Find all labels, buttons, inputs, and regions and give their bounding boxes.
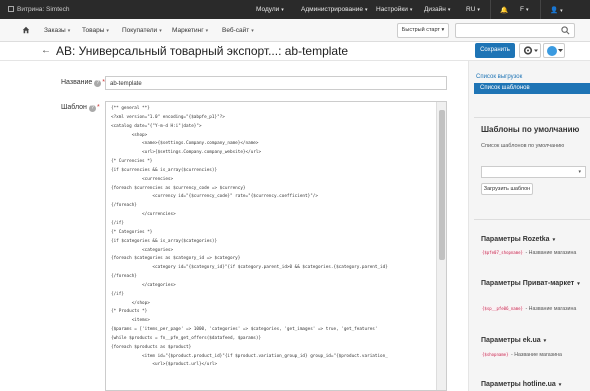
- vertical-scrollbar[interactable]: [436, 102, 446, 390]
- home-icon[interactable]: [22, 26, 30, 34]
- default-templates-sub: Список шаблонов по умолчанию: [481, 143, 565, 149]
- code-line: <currency id="{$currency_code}" rate="{$…: [111, 194, 318, 200]
- code-line: </shop>: [111, 300, 150, 306]
- param-privat-row: {$sp__pfe06_name} - Название магазина: [481, 306, 577, 312]
- storefront-link[interactable]: Витрина: Simtech: [8, 6, 70, 13]
- template-code: {** general **} <?xml version="1.0" encod…: [111, 105, 431, 370]
- topnav-design[interactable]: Дизайн ▾: [424, 6, 450, 13]
- code-line: <item id="{$product.product_id}"{if $pro…: [111, 353, 388, 359]
- divider: [474, 117, 590, 118]
- code-line: <currencies>: [111, 176, 174, 182]
- code-line: <catalog date="{"Y-m-d H:i"|date}">: [111, 123, 202, 129]
- page-header: ← AB: Универсальный товарный экспорт...:…: [0, 42, 590, 61]
- topnav-settings[interactable]: Настройки ▾: [376, 6, 412, 13]
- divider: [540, 0, 541, 19]
- code-line: </categories>: [111, 282, 176, 288]
- load-template-button[interactable]: Загрузить шаблон: [481, 183, 533, 195]
- name-field[interactable]: ab-template: [105, 76, 447, 90]
- nav-orders[interactable]: Заказы ▾: [44, 27, 70, 34]
- gear-icon: [523, 46, 538, 55]
- param-rozetka-row: {$pfe07_shopname} - Название магазина: [481, 250, 577, 256]
- bell-icon[interactable]: 🔔: [500, 6, 508, 14]
- code-line: {* Products *}: [111, 309, 148, 315]
- chevron-down-icon: [558, 49, 563, 52]
- search-icon: [561, 26, 570, 35]
- nav-customers[interactable]: Покупатели ▾: [122, 27, 162, 34]
- code-line: {/if}: [111, 220, 124, 226]
- param-ekua-row: {$shopname} - Название магазина: [481, 352, 562, 358]
- settings-dropdown[interactable]: [519, 43, 541, 58]
- help-icon[interactable]: ?: [94, 80, 102, 87]
- code-line: {/if}: [111, 291, 124, 297]
- code-line: {foreach $products as $product}: [111, 344, 192, 350]
- code-line: {** general **}: [111, 106, 150, 111]
- search-input[interactable]: [455, 23, 575, 38]
- code-line: {* Categories *}: [111, 229, 153, 235]
- back-arrow-icon[interactable]: ←: [41, 45, 51, 56]
- globe-icon: [547, 46, 557, 56]
- chevron-down-icon: ▾: [578, 169, 581, 175]
- code-line: <category id="{$category_id}"{if $catego…: [111, 265, 388, 271]
- help-icon[interactable]: ?: [88, 105, 96, 112]
- params-ekua-title[interactable]: Параметры ek.ua ▾: [481, 337, 546, 344]
- user-menu[interactable]: F ▾: [520, 6, 529, 13]
- code-line: {while $products = fn__pfe_get_offers($d…: [111, 335, 262, 341]
- sidebar-link-exports[interactable]: Список выгрузок: [476, 74, 522, 80]
- divider: [474, 219, 590, 220]
- right-sidebar: Список выгрузок Список шаблонов Шаблоны …: [468, 61, 590, 391]
- topnav-administration[interactable]: Администрирование ▾: [301, 6, 368, 13]
- external-link-icon: [8, 6, 14, 12]
- code-line: {$params = ['items_per_page' => 1000, 'c…: [111, 327, 378, 333]
- code-line: <items>: [111, 318, 150, 324]
- main-nav: Заказы ▾ Товары ▾ Покупатели ▾ Маркетинг ▾ В…: [0, 19, 590, 42]
- template-textarea[interactable]: {** general **} <?xml version="1.0" encod…: [105, 101, 447, 391]
- code-line: {/foreach}: [111, 274, 137, 280]
- default-templates-title: Шаблоны по умолчанию: [481, 125, 580, 134]
- topnav-language[interactable]: RU ▾: [466, 6, 480, 13]
- code-line: {foreach $categories as $category_id => …: [111, 256, 241, 262]
- code-line: {foreach $currencies as $currency_code =…: [111, 185, 246, 191]
- topnav-modules[interactable]: Модули ▾: [256, 6, 284, 13]
- template-label: Шаблон? *: [61, 104, 100, 112]
- sidebar-link-templates[interactable]: Список шаблонов: [474, 83, 590, 94]
- code-line: <shop>: [111, 132, 148, 138]
- code-line: {if $categories && is_array($categories)…: [111, 238, 218, 244]
- name-label: Название? *: [61, 79, 106, 87]
- code-line: {if $currencies && is_array($currencies)…: [111, 167, 218, 173]
- code-line: <url>{$product.url}</url>: [111, 362, 218, 368]
- storefront-dropdown[interactable]: [543, 43, 565, 58]
- code-line: <url>{$settings.Company.company_website}…: [111, 150, 262, 156]
- code-line: </currencies>: [111, 212, 176, 218]
- params-privat-title[interactable]: Параметры Приват-маркет ▾: [481, 279, 585, 289]
- scrollbar-thumb[interactable]: [439, 110, 445, 260]
- nav-products[interactable]: Товары ▾: [82, 27, 109, 34]
- code-line: <categories>: [111, 247, 174, 253]
- save-button[interactable]: Сохранить: [475, 43, 515, 58]
- quick-start-button[interactable]: Быстрый старт ▾: [397, 23, 449, 38]
- top-bar: Витрина: Simtech Модули ▾ Администрирован…: [0, 0, 590, 19]
- default-template-select[interactable]: ▾: [481, 166, 586, 178]
- page-title: AB: Универсальный товарный экспорт...: a…: [56, 44, 349, 58]
- params-hotline-title[interactable]: Параметры hotline.ua ▾: [481, 381, 561, 388]
- code-line: {* Currencies *}: [111, 159, 153, 165]
- code-line: <?xml version="1.0" encoding="{$abpfe_p1…: [111, 114, 225, 120]
- code-line: <name>{$settings.Company.company_name}</…: [111, 141, 259, 147]
- params-rozetka-title[interactable]: Параметры Rozetka ▾: [481, 236, 555, 243]
- code-line: {/foreach}: [111, 203, 137, 209]
- divider: [490, 0, 491, 19]
- nav-marketing[interactable]: Маркетинг ▾: [172, 27, 208, 34]
- user-icon[interactable]: 👤 ▾: [550, 6, 563, 14]
- nav-website[interactable]: Веб-сайт ▾: [222, 27, 254, 34]
